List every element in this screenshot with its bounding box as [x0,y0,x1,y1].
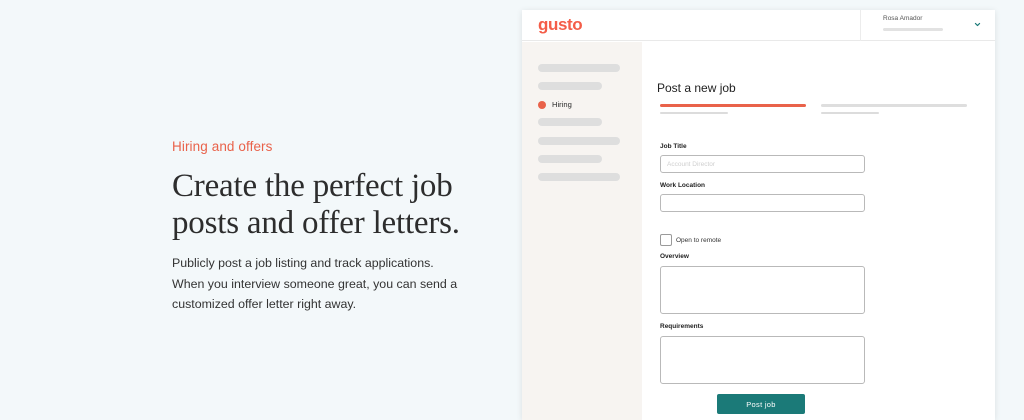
sidebar: Hiring [522,42,642,420]
remote-label: Open to remote [676,236,722,244]
page-title: Post a new job [657,81,736,95]
progress-step-label [821,112,879,114]
hero-copy: Hiring and offers Create the perfect job… [172,139,492,315]
hero-eyebrow: Hiring and offers [172,139,273,154]
requirements-textarea[interactable] [660,336,865,384]
overview-label: Overview [660,253,689,260]
body-line-2: When you interview someone great, you ca… [172,276,458,291]
hero-body: Publicly post a job listing and track ap… [172,253,492,315]
progress-step-active-label [660,112,728,114]
user-placeholder-line [883,28,943,31]
main-content: Post a new job Job Title Work Location O… [642,42,995,420]
sidebar-item-label: Hiring [552,100,572,109]
top-bar: gusto Rosa Amador [522,10,995,41]
active-dot-icon [538,100,546,109]
requirements-label: Requirements [660,323,704,330]
hero-headline: Create the perfect job posts and offer l… [172,168,492,242]
body-line-3: customized offer letter right away. [172,297,357,311]
sidebar-item-placeholder[interactable] [538,118,602,126]
sidebar-item-placeholder[interactable] [538,155,602,163]
sidebar-item-hiring[interactable]: Hiring [538,100,572,109]
remote-checkbox[interactable] [660,234,672,246]
progress-step-active [660,104,806,107]
sidebar-item-placeholder[interactable] [538,173,620,181]
job-title-label: Job Title [660,143,687,150]
app-window: gusto Rosa Amador Hiring Post a new job … [522,10,995,420]
user-name: Rosa Amador [883,15,923,22]
user-menu[interactable]: Rosa Amador [860,10,995,41]
gusto-logo[interactable]: gusto [538,15,583,35]
progress-step [821,104,967,107]
headline-line-1: Create the perfect job [172,168,453,204]
body-line-1: Publicly post a job listing and track ap… [172,256,434,270]
post-job-button[interactable]: Post job [717,394,805,414]
chevron-down-icon[interactable] [974,21,981,28]
job-title-input[interactable] [660,155,865,173]
sidebar-item-placeholder[interactable] [538,82,602,90]
remote-option[interactable]: Open to remote [660,234,721,246]
sidebar-item-placeholder[interactable] [538,137,620,145]
headline-line-2: posts and offer letters. [172,205,460,241]
work-location-label: Work Location [660,182,706,189]
sidebar-item-placeholder[interactable] [538,64,620,72]
overview-textarea[interactable] [660,266,865,314]
work-location-input[interactable] [660,194,865,212]
